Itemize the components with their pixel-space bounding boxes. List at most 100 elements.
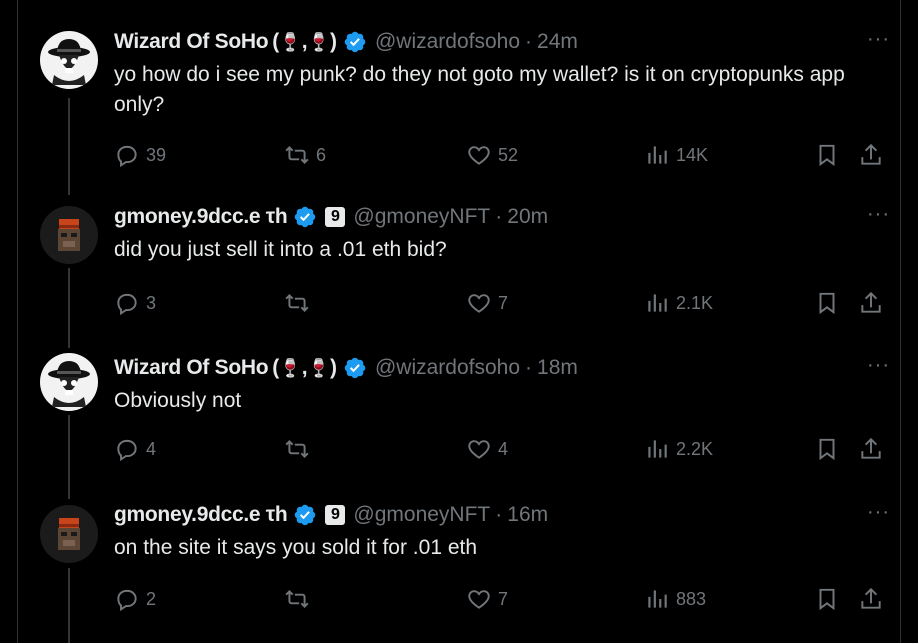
separator-dot: ·: [495, 205, 503, 228]
tweet[interactable]: gmoney.9dcc.e τh 9 @gmoneyNFT · 20m ··· …: [18, 175, 900, 335]
retweet-button[interactable]: [284, 586, 316, 612]
tweet-text: Obviously not: [114, 389, 242, 412]
tweet-actions: 39 6 52 14K: [114, 140, 892, 170]
tweet-body: gmoney.9dcc.e τh 9 @gmoneyNFT · 16m ··· …: [114, 501, 890, 563]
reply-icon: [117, 293, 137, 316]
like-button[interactable]: 7: [466, 290, 508, 316]
analytics-icon: [648, 440, 667, 458]
bookmark-button[interactable]: [814, 436, 840, 462]
like-button[interactable]: 52: [466, 142, 518, 168]
display-name[interactable]: Wizard Of SoHo: [114, 30, 269, 54]
user-handle[interactable]: @wizardofsoho: [375, 30, 520, 54]
retweet-icon: [285, 440, 309, 458]
share-icon: [861, 437, 881, 459]
view-count: 883: [676, 588, 707, 609]
more-options-icon[interactable]: ···: [867, 28, 890, 51]
views-button[interactable]: 2.1K: [644, 290, 713, 316]
heart-icon: [468, 146, 490, 165]
share-button[interactable]: [858, 586, 884, 612]
retweet-button[interactable]: [284, 436, 316, 462]
more-options-icon[interactable]: ···: [867, 203, 890, 226]
reply-button[interactable]: 4: [114, 436, 156, 462]
views-button[interactable]: 14K: [644, 142, 708, 168]
name-suffix-open: (: [272, 30, 280, 53]
orange-beanie-ape-icon: [58, 518, 80, 550]
user-handle[interactable]: @gmoneyNFT: [353, 205, 490, 229]
tweet[interactable]: Wizard Of SoHo ( 🍷 , 🍷 ) @wizardofsoho ·…: [18, 0, 900, 168]
name-suffix-open: (: [272, 356, 280, 379]
tweet-text: on the site it says you sold it for .01 …: [114, 536, 478, 559]
avatar[interactable]: [40, 505, 98, 563]
analytics-icon: [648, 294, 667, 312]
separator-dot: ·: [525, 356, 533, 379]
bookmark-icon: [819, 438, 835, 461]
heart-icon: [468, 294, 490, 313]
share-button[interactable]: [858, 436, 884, 462]
reply-button[interactable]: 2: [114, 586, 156, 612]
more-options-icon[interactable]: ···: [867, 354, 890, 377]
right-border: [900, 0, 918, 643]
name-suffix-close: ): [329, 30, 337, 53]
display-name[interactable]: Wizard Of SoHo: [114, 356, 269, 380]
tweet[interactable]: gmoney.9dcc.e τh 9 @gmoneyNFT · 16m ··· …: [18, 473, 900, 633]
view-count: 14K: [676, 144, 709, 165]
verified-badge-icon[interactable]: [343, 30, 367, 54]
reply-count: 39: [146, 144, 167, 165]
verified-badge-icon[interactable]: [343, 356, 367, 380]
verified-badge-icon[interactable]: [293, 205, 317, 229]
bookmark-button[interactable]: [814, 586, 840, 612]
avatar[interactable]: [40, 353, 98, 411]
avatar[interactable]: [40, 31, 98, 89]
reply-icon: [117, 145, 137, 168]
verified-badge-icon[interactable]: [293, 503, 317, 527]
share-button[interactable]: [858, 290, 884, 316]
reply-button[interactable]: 3: [114, 290, 156, 316]
timestamp[interactable]: 24m: [537, 30, 578, 54]
tweet-text: did you just sell it into a .01 eth bid?: [114, 238, 447, 261]
wine-glass-icon: 🍷: [279, 358, 302, 378]
separator-dot: ·: [525, 30, 533, 53]
display-name[interactable]: gmoney.9dcc.e τh: [114, 503, 288, 527]
bookmark-icon: [819, 588, 835, 611]
display-name[interactable]: gmoney.9dcc.e τh: [114, 205, 288, 229]
retweet-button[interactable]: [284, 290, 316, 316]
bookmark-icon: [819, 292, 835, 315]
like-count: 7: [498, 588, 509, 609]
timestamp[interactable]: 20m: [507, 205, 548, 229]
share-icon: [861, 587, 881, 609]
orange-beanie-ape-icon: [58, 219, 80, 251]
views-button[interactable]: 883: [644, 586, 706, 612]
timestamp[interactable]: 18m: [537, 356, 578, 380]
tweet-header: Wizard Of SoHo ( 🍷 , 🍷 ) @wizardofsoho ·…: [114, 28, 890, 56]
timestamp[interactable]: 16m: [507, 503, 548, 527]
share-button[interactable]: [858, 142, 884, 168]
more-options-icon[interactable]: ···: [867, 501, 890, 524]
reply-icon: [117, 439, 137, 462]
name-emoji-suffix: ( 🍷 , 🍷 ): [272, 30, 337, 54]
user-handle[interactable]: @gmoneyNFT: [353, 503, 490, 527]
bookmark-button[interactable]: [814, 142, 840, 168]
white-hat-skull-icon: [48, 361, 90, 407]
like-button[interactable]: 4: [466, 436, 508, 462]
wine-glass-icon: 🍷: [307, 32, 330, 52]
avatar[interactable]: [40, 206, 98, 264]
left-border: [0, 0, 18, 643]
affiliate-badge-icon[interactable]: 9: [325, 207, 346, 227]
affiliate-badge-icon[interactable]: 9: [325, 505, 346, 525]
tweet-header: gmoney.9dcc.e τh 9 @gmoneyNFT · 20m ···: [114, 203, 890, 231]
reply-count: 3: [146, 292, 157, 313]
tweet[interactable]: Wizard Of SoHo ( 🍷 , 🍷 ) @wizardofsoho ·…: [18, 327, 900, 487]
reply-button[interactable]: 39: [114, 142, 166, 168]
like-button[interactable]: 7: [466, 586, 508, 612]
name-suffix-close: ): [329, 356, 337, 379]
tweet-body: Wizard Of SoHo ( 🍷 , 🍷 ) @wizardofsoho ·…: [114, 354, 890, 416]
retweet-count: 6: [316, 144, 327, 165]
user-handle[interactable]: @wizardofsoho: [375, 356, 520, 380]
tweet-body: Wizard Of SoHo ( 🍷 , 🍷 ) @wizardofsoho ·…: [114, 28, 890, 120]
analytics-icon: [648, 590, 667, 608]
bookmark-button[interactable]: [814, 290, 840, 316]
reply-count: 4: [146, 438, 157, 459]
name-emoji-suffix: ( 🍷 , 🍷 ): [272, 356, 337, 380]
views-button[interactable]: 2.2K: [644, 436, 713, 462]
retweet-button[interactable]: 6: [284, 142, 326, 168]
